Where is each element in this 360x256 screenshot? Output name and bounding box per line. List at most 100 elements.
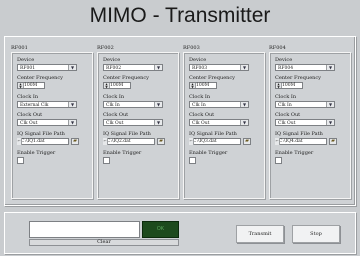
spinner-icon[interactable]: ▲ ▼ <box>276 83 282 88</box>
clock-out-label: Clock Out <box>275 112 301 118</box>
clock-in-select[interactable]: External Clk ▼ <box>17 101 77 108</box>
clock-out-label: Clock Out <box>103 112 129 118</box>
clock-out-value: Clk Out <box>20 121 38 126</box>
device-label: Device <box>17 57 35 63</box>
iq-file-path-value: C:\IQ4.dat <box>279 139 303 144</box>
center-frequency-value: 100M <box>110 83 124 88</box>
status-ok-indicator: OK <box>142 221 179 238</box>
folder-icon[interactable]: ▰ <box>157 138 165 145</box>
clock-out-value: Clk Out <box>192 121 210 126</box>
path-icon: ⌐ <box>103 138 108 145</box>
group-label: RF002 <box>97 45 114 51</box>
clock-in-label: Clock In <box>189 94 211 100</box>
iq-file-path-value: C:\IQ3.dat <box>193 139 217 144</box>
enable-trigger-checkbox[interactable] <box>275 157 282 164</box>
iq-file-path-label: IQ Signal File Path <box>103 131 151 137</box>
iq-file-path-value: C:\IQ2.dat <box>107 139 131 144</box>
clock-in-value: External Clk <box>20 103 49 108</box>
clock-out-select[interactable]: Clk Out ▼ <box>189 119 249 126</box>
spinner-icon[interactable]: ▲ ▼ <box>104 83 110 88</box>
center-frequency-label: Center Frequency <box>189 75 235 81</box>
spinner-icon[interactable]: ▲ ▼ <box>190 83 196 88</box>
chevron-down-icon[interactable]: ▼ <box>68 102 76 107</box>
center-frequency-label: Center Frequency <box>103 75 149 81</box>
chevron-down-icon[interactable]: ▼ <box>240 102 248 107</box>
chevron-down-icon[interactable]: ▼ <box>326 102 334 107</box>
iq-file-path-input[interactable]: ⌐ C:\IQ2.dat <box>103 138 155 145</box>
device-label: Device <box>275 57 293 63</box>
clock-out-select[interactable]: Clk Out ▼ <box>275 119 335 126</box>
clock-in-select[interactable]: Clk In ▼ <box>275 101 335 108</box>
spinner-icon[interactable]: ▲ ▼ <box>18 83 24 88</box>
device-value: RF004 <box>278 66 294 71</box>
clock-in-select[interactable]: Clk In ▼ <box>189 101 249 108</box>
chevron-down-icon[interactable]: ▼ <box>68 120 76 125</box>
device-value: RF002 <box>106 66 122 71</box>
device-select[interactable]: RF002 ▼ <box>103 64 163 71</box>
folder-icon[interactable]: ▰ <box>71 138 79 145</box>
clock-out-value: Clk Out <box>106 121 124 126</box>
enable-trigger-checkbox[interactable] <box>103 157 110 164</box>
device-group-rf003: RF003 Device RF003 ▼ Center Frequency ▲ ▼ 1… <box>181 45 267 199</box>
device-select[interactable]: RF003 ▼ <box>189 64 249 71</box>
iq-file-path-label: IQ Signal File Path <box>17 131 65 137</box>
device-value: RF001 <box>20 66 36 71</box>
clock-in-select[interactable]: Clk In ▼ <box>103 101 163 108</box>
clock-out-select[interactable]: Clk Out ▼ <box>103 119 163 126</box>
device-value: RF003 <box>192 66 208 71</box>
enable-trigger-checkbox[interactable] <box>189 157 196 164</box>
iq-file-path-input[interactable]: ⌐ C:\IQ3.dat <box>189 138 241 145</box>
folder-icon[interactable]: ▰ <box>329 138 337 145</box>
path-icon: ⌐ <box>275 138 280 145</box>
clock-out-value: Clk Out <box>278 121 296 126</box>
chevron-down-icon[interactable]: ▼ <box>154 65 162 70</box>
chevron-down-icon[interactable]: ▼ <box>240 120 248 125</box>
center-frequency-input[interactable]: ▲ ▼ 100M <box>17 82 45 89</box>
enable-trigger-label: Enable Trigger <box>275 150 314 156</box>
group-label: RF001 <box>11 45 28 51</box>
chevron-down-icon[interactable]: ▼ <box>240 65 248 70</box>
clock-in-label: Clock In <box>275 94 297 100</box>
device-select[interactable]: RF001 ▼ <box>17 64 77 71</box>
chevron-down-icon[interactable]: ▼ <box>326 65 334 70</box>
enable-trigger-label: Enable Trigger <box>103 150 142 156</box>
path-icon: ⌐ <box>189 138 194 145</box>
center-frequency-value: 100M <box>282 83 296 88</box>
device-select[interactable]: RF004 ▼ <box>275 64 335 71</box>
enable-trigger-label: Enable Trigger <box>189 150 228 156</box>
enable-trigger-checkbox[interactable] <box>17 157 24 164</box>
path-icon: ⌐ <box>17 138 22 145</box>
chevron-down-icon[interactable]: ▼ <box>68 65 76 70</box>
center-frequency-input[interactable]: ▲ ▼ 100M <box>189 82 217 89</box>
device-group-rf002: RF002 Device RF002 ▼ Center Frequency ▲ ▼ 1… <box>95 45 181 199</box>
chevron-down-icon[interactable]: ▼ <box>154 102 162 107</box>
device-group-rf001: RF001 Device RF001 ▼ Center Frequency ▲ ▼ 1… <box>9 45 95 199</box>
group-label: RF003 <box>183 45 200 51</box>
window-title: MIMO - Transmitter <box>89 4 271 27</box>
device-group-rf004: RF004 Device RF004 ▼ Center Frequency ▲ ▼ 1… <box>267 45 353 199</box>
chevron-down-icon[interactable]: ▼ <box>326 120 334 125</box>
center-frequency-value: 100M <box>24 83 38 88</box>
iq-file-path-label: IQ Signal File Path <box>275 131 323 137</box>
iq-file-path-input[interactable]: ⌐ C:\IQ4.dat <box>275 138 327 145</box>
stop-button[interactable]: Stop <box>292 225 340 243</box>
clock-out-select[interactable]: Clk Out ▼ <box>17 119 77 126</box>
folder-icon[interactable]: ▰ <box>243 138 251 145</box>
center-frequency-input[interactable]: ▲ ▼ 100M <box>275 82 303 89</box>
chevron-down-icon[interactable]: ▼ <box>154 120 162 125</box>
clock-in-label: Clock In <box>17 94 39 100</box>
iq-file-path-value: C:\IQ1.dat <box>21 139 45 144</box>
group-label: RF004 <box>269 45 286 51</box>
iq-file-path-input[interactable]: ⌐ C:\IQ1.dat <box>17 138 69 145</box>
device-label: Device <box>103 57 121 63</box>
center-frequency-input[interactable]: ▲ ▼ 100M <box>103 82 131 89</box>
clock-out-label: Clock Out <box>189 112 215 118</box>
clear-button[interactable]: Clear <box>29 239 179 246</box>
clock-in-value: Clk In <box>278 103 292 108</box>
clock-out-label: Clock Out <box>17 112 43 118</box>
clock-in-value: Clk In <box>106 103 120 108</box>
center-frequency-label: Center Frequency <box>275 75 321 81</box>
status-display <box>29 221 140 238</box>
transmit-button[interactable]: Transmit <box>236 225 284 243</box>
device-label: Device <box>189 57 207 63</box>
